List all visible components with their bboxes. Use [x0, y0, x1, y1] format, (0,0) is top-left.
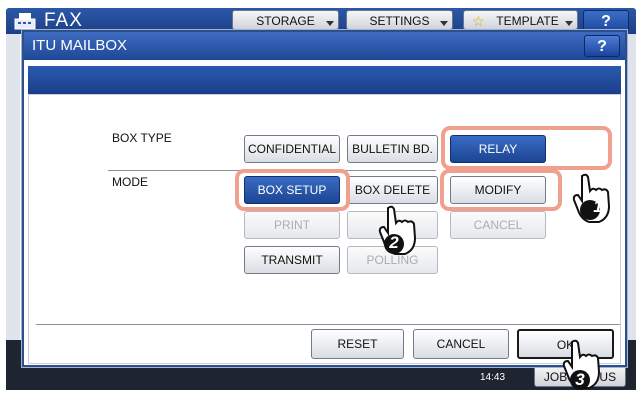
star-icon: ☆ [472, 13, 485, 29]
chevron-down-icon [440, 21, 448, 26]
reset-button[interactable]: RESET [311, 329, 404, 359]
tab-template[interactable]: ☆ TEMPLATE [463, 10, 578, 30]
box-setup-highlight [235, 169, 350, 211]
mode-label: MODE [112, 175, 148, 189]
tab-settings-label: SETTINGS [369, 14, 430, 28]
box-type-label: BOX TYPE [112, 131, 172, 145]
tab-storage-label: STORAGE [256, 14, 315, 28]
transmit-button[interactable]: TRANSMIT [244, 246, 340, 274]
fax-machine-icon [14, 13, 36, 30]
tab-template-label: TEMPLATE [496, 14, 559, 28]
callout-number-3: 3 [575, 370, 585, 389]
background-left-panel [6, 34, 20, 340]
background-right-panel [628, 34, 636, 340]
cancel-mode-button[interactable]: CANCEL [450, 211, 546, 239]
relay-highlight [441, 126, 612, 170]
callout-number-1: 1 [593, 197, 603, 216]
dialog-titlebar: ITU MAILBOX ? [24, 32, 625, 60]
clock-time: 14:43 [480, 372, 506, 383]
print-button[interactable]: PRINT [244, 211, 340, 239]
callout-number-2: 2 [389, 233, 399, 252]
dialog-header-band [28, 66, 621, 94]
dialog-title: ITU MAILBOX [32, 37, 128, 54]
cancel-button[interactable]: CANCEL [413, 329, 509, 359]
chevron-down-icon [326, 21, 334, 26]
background-help-button[interactable]: ? [583, 10, 629, 32]
modify-highlight [440, 169, 562, 211]
tab-storage[interactable]: STORAGE [232, 10, 339, 30]
tab-settings[interactable]: SETTINGS [346, 10, 453, 30]
fax-title: FAX [44, 10, 83, 31]
bulletin-board-button[interactable]: BULLETIN BD. [347, 135, 438, 163]
footer-divider [36, 324, 620, 325]
box-delete-button[interactable]: BOX DELETE [347, 176, 438, 204]
confidential-button[interactable]: CONFIDENTIAL [244, 135, 340, 163]
chevron-down-icon [565, 21, 573, 26]
help-button[interactable]: ? [584, 35, 620, 57]
